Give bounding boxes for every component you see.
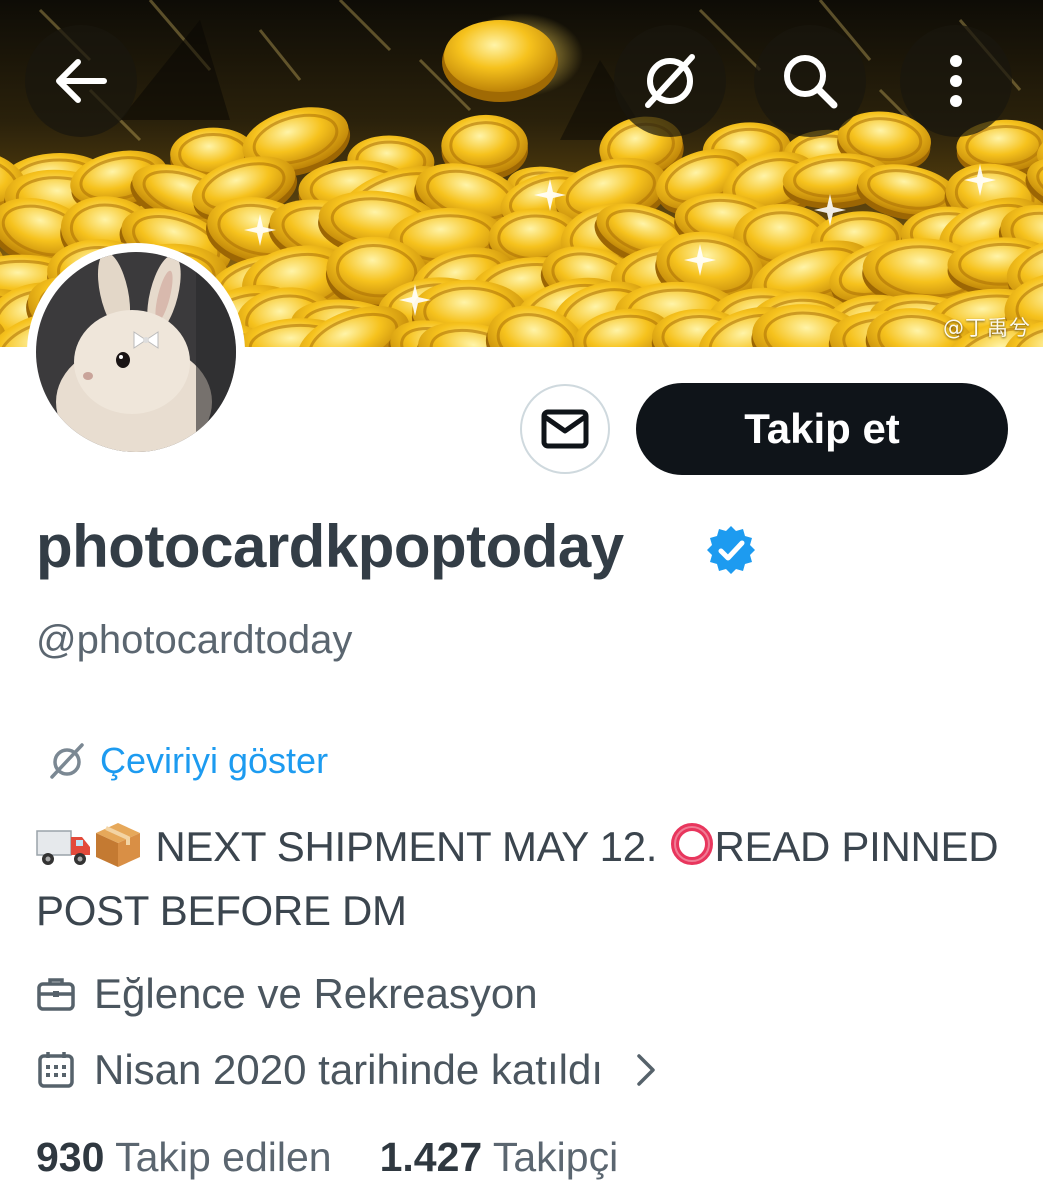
- bio-text-shipment: NEXT SHIPMENT MAY 12.: [155, 823, 658, 870]
- message-button[interactable]: [520, 384, 610, 474]
- join-date-label: Nisan 2020 tarihinde katıldı: [94, 1046, 603, 1093]
- profile-category: Eğlence ve Rekreasyon: [36, 970, 538, 1018]
- search-icon: [784, 55, 838, 109]
- globe-strike-icon: [645, 54, 695, 108]
- envelope-icon: [541, 409, 589, 449]
- package-emoji: [92, 821, 144, 882]
- join-date-row[interactable]: Nisan 2020 tarihinde katıldı: [36, 1046, 657, 1094]
- chevron-right-icon: [637, 1054, 655, 1086]
- calendar-icon: [38, 1052, 74, 1088]
- followers-label: Takipçi: [492, 1134, 619, 1180]
- back-button[interactable]: [25, 25, 137, 137]
- search-button[interactable]: [754, 25, 866, 137]
- globe-strike-icon: [50, 743, 84, 779]
- show-translation-link[interactable]: Çeviriyi göster: [46, 740, 328, 782]
- more-vertical-icon: [950, 55, 962, 107]
- following-count: 930: [36, 1134, 105, 1180]
- more-options-button[interactable]: [900, 25, 1012, 137]
- show-translation-label: Çeviriyi göster: [100, 740, 329, 781]
- bunny-avatar-image: [36, 252, 236, 452]
- translate-button[interactable]: [614, 25, 726, 137]
- category-label: Eğlence ve Rekreasyon: [94, 970, 538, 1017]
- hollow-red-circle-emoji: [669, 821, 715, 882]
- briefcase-icon: [37, 978, 75, 1011]
- followers-count: 1.427: [379, 1134, 483, 1180]
- arrow-left-icon: [56, 59, 107, 103]
- following-label: Takip edilen: [115, 1134, 332, 1180]
- followers-link[interactable]: 1.427 Takipçi: [380, 1134, 619, 1181]
- display-name: photocardkpoptoday: [36, 513, 624, 580]
- follow-button[interactable]: Takip et: [636, 383, 1008, 475]
- follow-stats: 930 Takip edilen 1.427 Takipçi: [36, 1134, 618, 1181]
- following-link[interactable]: 930 Takip edilen: [36, 1134, 332, 1181]
- avatar[interactable]: [27, 243, 245, 461]
- user-handle: @photocardtoday: [36, 618, 353, 662]
- truck-emoji: [36, 824, 92, 882]
- banner-watermark: @丁禹兮: [943, 316, 1031, 340]
- profile-bio: NEXT SHIPMENT MAY 12. READ PINNED POST B…: [36, 818, 1011, 940]
- verified-badge-icon[interactable]: [705, 524, 757, 576]
